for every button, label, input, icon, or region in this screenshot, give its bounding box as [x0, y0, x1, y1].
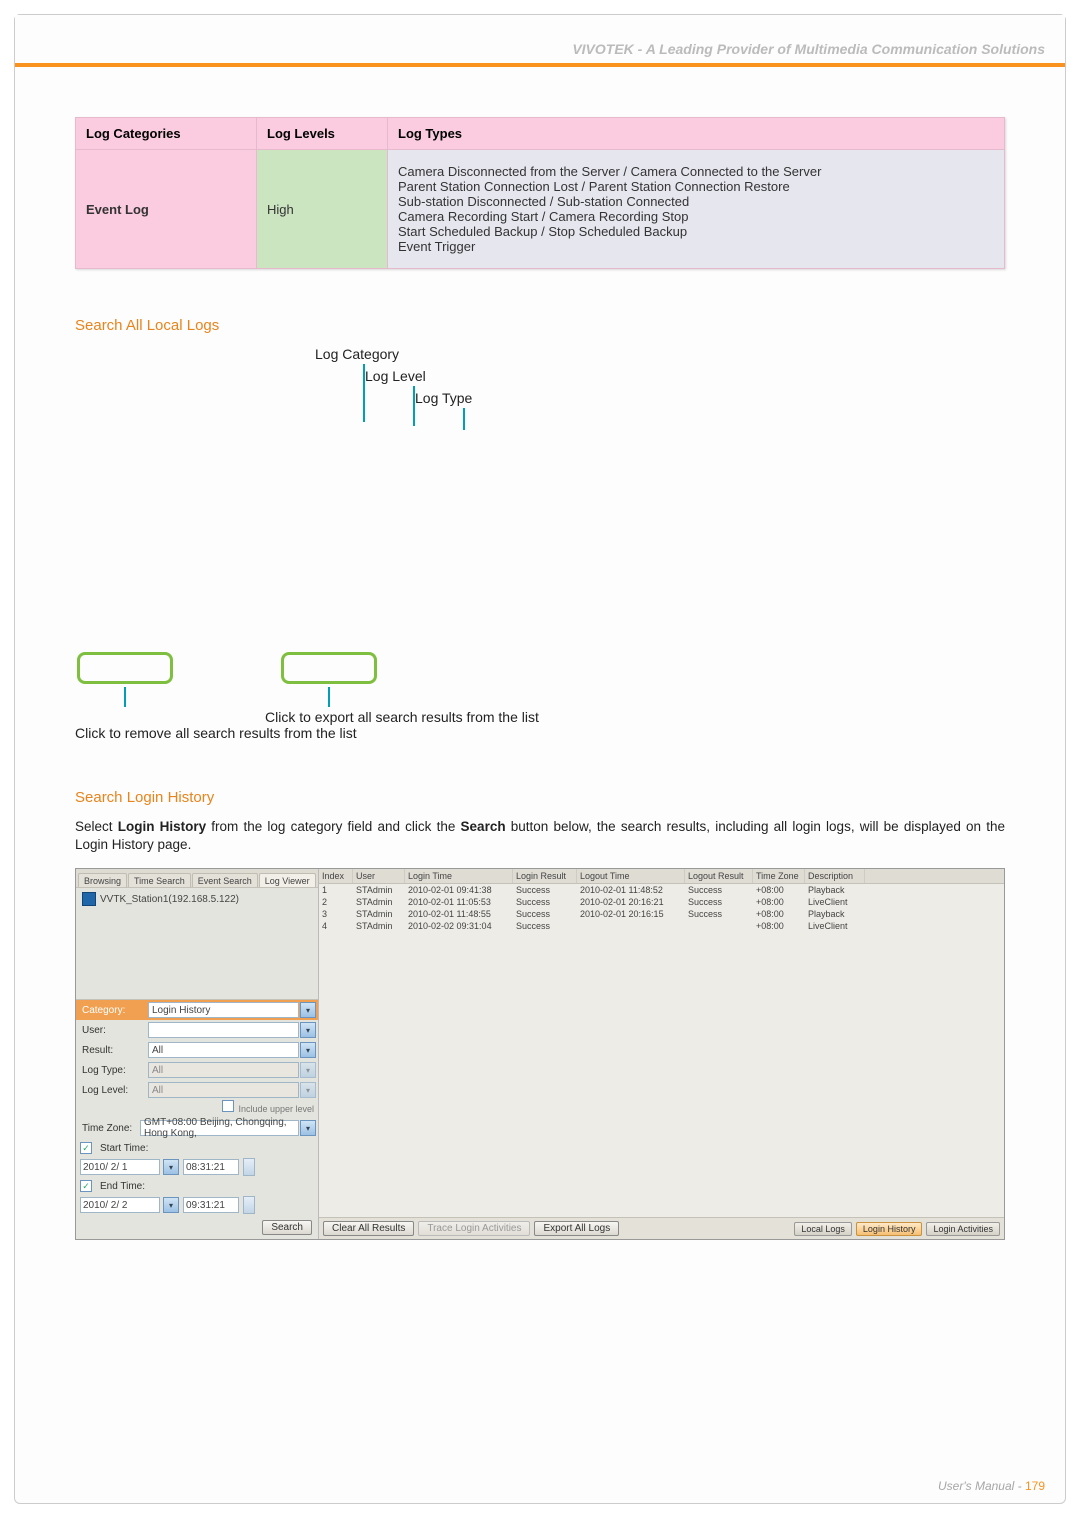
tab-event-search[interactable]: Event Search	[192, 873, 258, 887]
td-types: Camera Disconnected from the Server / Ca…	[388, 150, 1005, 269]
left-tabs: Browsing Time Search Event Search Log Vi…	[76, 869, 318, 888]
col-index[interactable]: Index	[319, 869, 353, 883]
highlight-clear-button	[77, 652, 173, 684]
checkbox-include-upper	[222, 1100, 234, 1112]
results-body: 1STAdmin2010-02-01 09:41:38Success2010-0…	[319, 884, 1004, 1217]
tab-login-history[interactable]: Login History	[856, 1222, 923, 1236]
field-user[interactable]	[148, 1022, 299, 1038]
field-logtype: All	[148, 1062, 299, 1078]
col-time-zone[interactable]: Time Zone	[753, 869, 805, 883]
lbl-include-upper: Include upper level	[238, 1104, 314, 1114]
field-loglevel: All	[148, 1082, 299, 1098]
header-title: VIVOTEK - A Leading Provider of Multimed…	[572, 41, 1045, 57]
spinner-icon[interactable]	[243, 1158, 255, 1176]
tab-local-logs[interactable]: Local Logs	[794, 1222, 852, 1236]
pointer-label-type: Log Type	[415, 390, 472, 406]
table-row[interactable]: 2STAdmin2010-02-01 11:05:53Success2010-0…	[319, 896, 1004, 908]
footer-page-number: 179	[1025, 1479, 1045, 1493]
th-categories: Log Categories	[76, 118, 257, 150]
station-label: VVTK_Station1(192.168.5.122)	[100, 894, 239, 905]
results-header: Index User Login Time Login Result Logou…	[319, 869, 1004, 884]
col-logout-result[interactable]: Logout Result	[685, 869, 753, 883]
th-types: Log Types	[388, 118, 1005, 150]
section-login-history-title: Search Login History	[75, 789, 1005, 806]
lbl-start-time: Start Time:	[100, 1143, 148, 1154]
tab-time-search[interactable]: Time Search	[128, 873, 191, 887]
pointer-label-level: Log Level	[365, 368, 426, 384]
td-level: High	[257, 150, 388, 269]
page-header: VIVOTEK - A Leading Provider of Multimed…	[15, 15, 1065, 67]
caption-clear: Click to remove all search results from …	[75, 725, 1005, 741]
results-pane: Index User Login Time Login Result Logou…	[319, 869, 1004, 1239]
lbl-end-time: End Time:	[100, 1181, 145, 1192]
section-search-all-title: Search All Local Logs	[75, 317, 1005, 334]
chevron-down-icon[interactable]: ▾	[163, 1159, 179, 1175]
checkbox-end-time[interactable]: ✓	[80, 1180, 92, 1192]
lbl-result: Result:	[78, 1045, 148, 1056]
search-button[interactable]: Search	[262, 1220, 312, 1235]
search-form: Category: Login History ▾ User: ▾ Result…	[76, 999, 318, 1239]
chevron-down-icon[interactable]: ▾	[300, 1120, 316, 1136]
field-start-date[interactable]: 2010/ 2/ 1	[80, 1159, 160, 1175]
lbl-loglevel: Log Level:	[78, 1085, 148, 1096]
pointer-label-category: Log Category	[315, 346, 399, 362]
lbl-logtype: Log Type:	[78, 1065, 148, 1076]
station-item[interactable]: VVTK_Station1(192.168.5.122)	[76, 888, 318, 910]
field-category[interactable]: Login History	[148, 1002, 299, 1018]
log-category-table: Log Categories Log Levels Log Types Even…	[75, 117, 1005, 269]
chevron-down-icon: ▾	[300, 1082, 316, 1098]
button-highlight-row	[75, 652, 1005, 707]
col-logout-time[interactable]: Logout Time	[577, 869, 685, 883]
tab-log-viewer[interactable]: Log Viewer	[259, 873, 316, 887]
lbl-timezone: Time Zone:	[78, 1123, 140, 1134]
export-all-logs-button[interactable]: Export All Logs	[534, 1221, 619, 1236]
results-toolbar: Clear All Results Trace Login Activities…	[319, 1217, 1004, 1239]
highlight-export-button	[281, 652, 377, 684]
caption-export: Click to export all search results from …	[265, 709, 1005, 725]
tab-login-activities[interactable]: Login Activities	[926, 1222, 1000, 1236]
tab-browsing[interactable]: Browsing	[78, 873, 127, 887]
chevron-down-icon: ▾	[300, 1062, 316, 1078]
spinner-icon[interactable]	[243, 1196, 255, 1214]
table-row[interactable]: 1STAdmin2010-02-01 09:41:38Success2010-0…	[319, 884, 1004, 896]
table-row[interactable]: 4STAdmin2010-02-02 09:31:04Success+08:00…	[319, 920, 1004, 932]
app-screenshot: Browsing Time Search Event Search Log Vi…	[75, 868, 1005, 1240]
th-levels: Log Levels	[257, 118, 388, 150]
field-result[interactable]: All	[148, 1042, 299, 1058]
field-timezone[interactable]: GMT+08:00 Beijing, Chongqing, Hong Kong,	[140, 1120, 299, 1136]
col-login-time[interactable]: Login Time	[405, 869, 513, 883]
left-pane: Browsing Time Search Event Search Log Vi…	[76, 869, 319, 1239]
td-category: Event Log	[76, 150, 257, 269]
trace-login-activities-button: Trace Login Activities	[418, 1221, 530, 1236]
section-login-history-body: Select Login History from the log catego…	[75, 818, 1005, 854]
label-pointer-diagram: Log Category Log Level Log Type	[255, 346, 1005, 452]
lbl-category: Category:	[78, 1005, 148, 1016]
col-description[interactable]: Description	[805, 869, 865, 883]
checkbox-start-time[interactable]: ✓	[80, 1142, 92, 1154]
clear-all-results-button[interactable]: Clear All Results	[323, 1221, 414, 1236]
chevron-down-icon[interactable]: ▾	[163, 1197, 179, 1213]
field-start-time[interactable]: 08:31:21	[183, 1159, 239, 1175]
page-footer: User's Manual - 179	[938, 1479, 1045, 1493]
field-end-date[interactable]: 2010/ 2/ 2	[80, 1197, 160, 1213]
chevron-down-icon[interactable]: ▾	[300, 1042, 316, 1058]
chevron-down-icon[interactable]: ▾	[300, 1022, 316, 1038]
lbl-user: User:	[78, 1025, 148, 1036]
station-icon	[82, 892, 96, 906]
footer-text: User's Manual -	[938, 1479, 1025, 1493]
table-row[interactable]: 3STAdmin2010-02-01 11:48:55Success2010-0…	[319, 908, 1004, 920]
col-login-result[interactable]: Login Result	[513, 869, 577, 883]
col-user[interactable]: User	[353, 869, 405, 883]
chevron-down-icon[interactable]: ▾	[300, 1002, 316, 1018]
field-end-time[interactable]: 09:31:21	[183, 1197, 239, 1213]
